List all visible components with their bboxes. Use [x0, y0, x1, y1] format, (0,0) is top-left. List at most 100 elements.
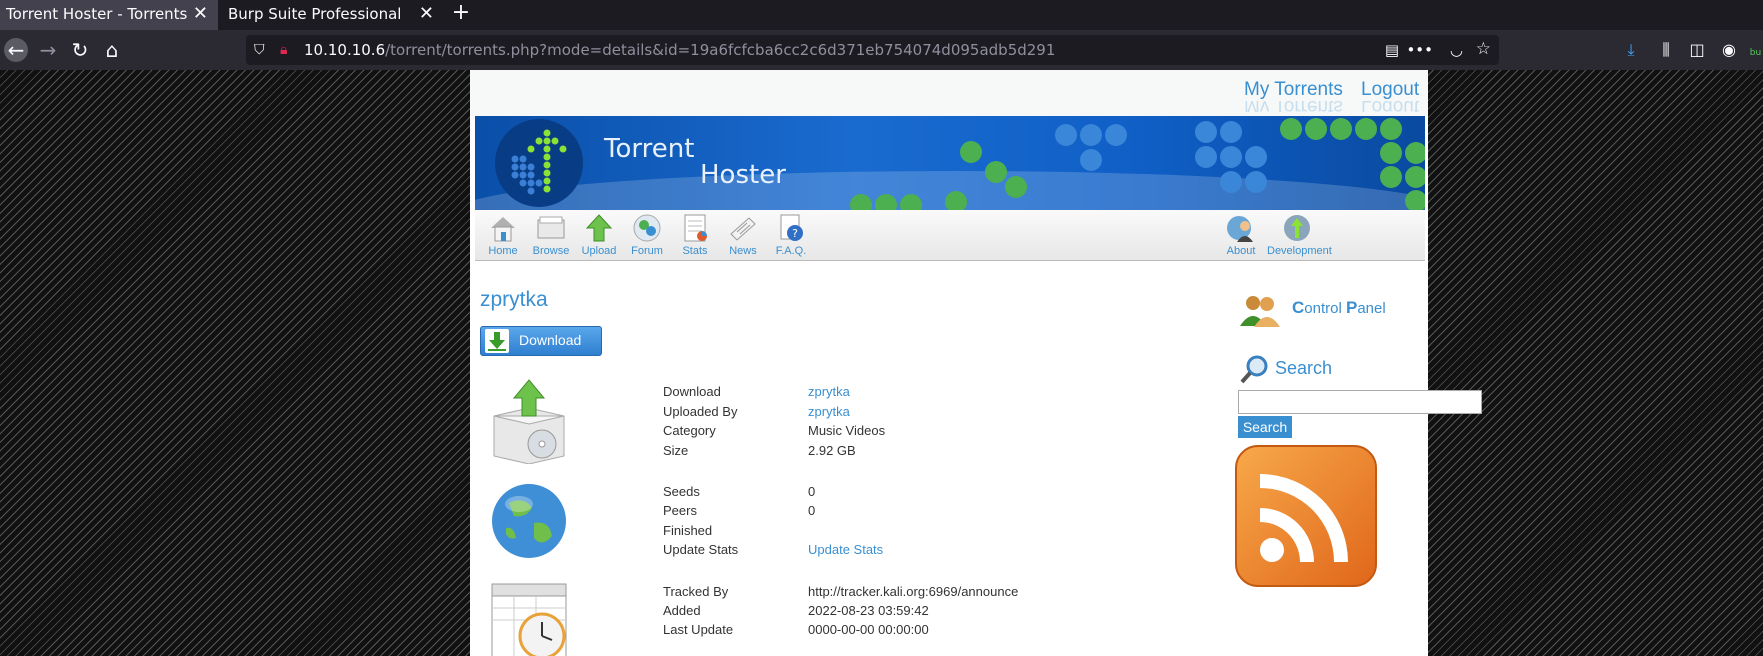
- menu-label: News: [729, 245, 757, 257]
- menu-development[interactable]: Development: [1267, 212, 1332, 257]
- menu-label: Stats: [682, 245, 708, 257]
- my-torrents-reflection: My Torrents: [1244, 101, 1343, 112]
- search-input[interactable]: [1238, 390, 1482, 414]
- help-question-icon: ?: [780, 214, 803, 241]
- sidebar-icon[interactable]: ◫: [1686, 40, 1708, 62]
- menu-label: Forum: [631, 245, 663, 257]
- tracker-value-added: 2022-08-23 03:59:42: [808, 603, 929, 618]
- back-icon[interactable]: ←: [4, 38, 28, 62]
- main-menu: Home Browse Upload Forum Stats News ? F.…: [475, 210, 1425, 261]
- detail-value-uploader-link[interactable]: zprytka: [808, 404, 850, 419]
- logout-reflection: Logout: [1361, 101, 1420, 112]
- cp-initial-c: C: [1292, 298, 1305, 317]
- pocket-icon[interactable]: ◡: [1450, 40, 1463, 60]
- tracker-label-last-update: Last Update: [663, 622, 734, 637]
- reload-icon[interactable]: ↻: [68, 38, 92, 62]
- tab-close-icon[interactable]: ✕: [419, 0, 434, 28]
- tracking-shield-icon[interactable]: ⛉: [254, 40, 270, 60]
- stat-value-seeds: 0: [808, 484, 816, 499]
- logo-icon: [495, 119, 583, 207]
- newspaper-icon: [730, 217, 756, 241]
- tab-bar: Torrent Hoster - Torrents ✕ Burp Suite P…: [0, 0, 1763, 30]
- url-bar[interactable]: ⛉ 🔒︎ 10.10.10.6/torrent/torrents.php?mod…: [246, 35, 1499, 65]
- page-viewport: My Torrents Logout My Torrents Logout To…: [0, 70, 1763, 656]
- torrent-hoster-site: My Torrents Logout My Torrents Logout To…: [470, 70, 1482, 656]
- banner-dot: [1005, 176, 1027, 198]
- cp-text-2: anel: [1357, 300, 1386, 317]
- stat-label-peers: Peers: [663, 503, 697, 518]
- home-icon[interactable]: ⌂: [100, 38, 124, 62]
- banner-dot: [850, 194, 872, 210]
- banner-dot: [1330, 118, 1352, 140]
- rss-feed-icon[interactable]: [1234, 444, 1378, 588]
- globe-icon: [492, 484, 566, 558]
- my-torrents-link[interactable]: My Torrents: [1244, 79, 1343, 101]
- browse-box-icon: [537, 216, 565, 239]
- tab-torrent-hoster[interactable]: Torrent Hoster - Torrents ✕: [0, 0, 218, 30]
- banner-title-line2: Hoster: [700, 160, 786, 190]
- new-tab-icon[interactable]: +: [449, 0, 473, 30]
- search-heading: Search: [1275, 358, 1333, 378]
- torrent-title: zprytka: [480, 288, 548, 311]
- banner-dot: [900, 194, 922, 210]
- menu-label: About: [1226, 245, 1256, 257]
- menu-label: Upload: [581, 245, 617, 257]
- detail-value-download-link[interactable]: zprytka: [808, 384, 850, 399]
- banner-dot: [1195, 121, 1217, 143]
- control-panel-users-icon[interactable]: [1238, 292, 1282, 328]
- banner-dot: [1405, 142, 1425, 164]
- download-button[interactable]: Download: [480, 326, 602, 356]
- detail-label-category: Category: [663, 423, 716, 438]
- update-stats-link[interactable]: Update Stats: [808, 542, 883, 557]
- forward-icon[interactable]: →: [36, 38, 60, 62]
- insecure-lock-icon[interactable]: 🔒︎: [280, 40, 296, 60]
- site-banner: Torrent Hoster: [475, 116, 1425, 210]
- banner-dot: [1055, 124, 1077, 146]
- menu-home[interactable]: Home: [477, 212, 529, 257]
- menu-forum[interactable]: Forum: [621, 212, 673, 257]
- calendar-clock-icon: [491, 583, 567, 656]
- banner-dot: [960, 141, 982, 163]
- page-actions-icon[interactable]: •••: [1406, 40, 1433, 60]
- detail-value-size: 2.92 GB: [808, 443, 856, 458]
- menu-label: Development: [1267, 245, 1332, 257]
- downloads-icon[interactable]: ⤓: [1620, 40, 1642, 62]
- extension-icon[interactable]: bu: [1748, 40, 1763, 62]
- menu-upload[interactable]: Upload: [573, 212, 625, 257]
- menu-stats[interactable]: Stats: [669, 212, 721, 257]
- menu-news[interactable]: News: [717, 212, 769, 257]
- menu-faq[interactable]: ? F.A.Q.: [765, 212, 817, 257]
- search-button[interactable]: Search: [1238, 416, 1292, 438]
- download-button-label: Download: [519, 332, 582, 348]
- extension-badge: bu: [1749, 48, 1762, 58]
- banner-dot: [1405, 166, 1425, 188]
- banner-dot: [985, 161, 1007, 183]
- account-icon[interactable]: ◉: [1718, 40, 1740, 62]
- banner-dot: [1405, 190, 1425, 210]
- banner-title-line1: Torrent: [604, 134, 695, 164]
- menu-browse[interactable]: Browse: [525, 212, 577, 257]
- tab-burp-suite[interactable]: Burp Suite Professional ✕: [222, 0, 444, 30]
- logout-link[interactable]: Logout: [1361, 79, 1419, 101]
- cp-text-1: ontrol: [1304, 300, 1346, 317]
- development-globe-icon: [1284, 215, 1310, 241]
- menu-label: F.A.Q.: [775, 245, 807, 257]
- house-icon: [491, 217, 515, 242]
- stat-label-seeds: Seeds: [663, 484, 700, 499]
- upload-arrow-icon: [585, 214, 613, 242]
- reader-view-icon[interactable]: ▤: [1385, 40, 1399, 60]
- tab-title: Torrent Hoster - Torrents: [6, 5, 188, 23]
- menu-about[interactable]: About: [1215, 212, 1267, 257]
- control-panel-link[interactable]: Control Panel: [1292, 298, 1386, 318]
- banner-dot: [1105, 124, 1127, 146]
- bookmark-star-icon[interactable]: ☆: [1476, 39, 1491, 59]
- package-cd-icon: [493, 379, 565, 464]
- banner-dot: [945, 191, 967, 210]
- url-text[interactable]: 10.10.10.6/torrent/torrents.php?mode=det…: [304, 35, 1055, 65]
- banner-dot: [1280, 118, 1302, 140]
- library-icon[interactable]: ⫼: [1655, 40, 1677, 62]
- url-host: 10.10.10.6: [304, 41, 386, 59]
- banner-dot: [1080, 124, 1102, 146]
- banner-dot: [1080, 149, 1102, 171]
- tab-close-icon[interactable]: ✕: [193, 0, 208, 28]
